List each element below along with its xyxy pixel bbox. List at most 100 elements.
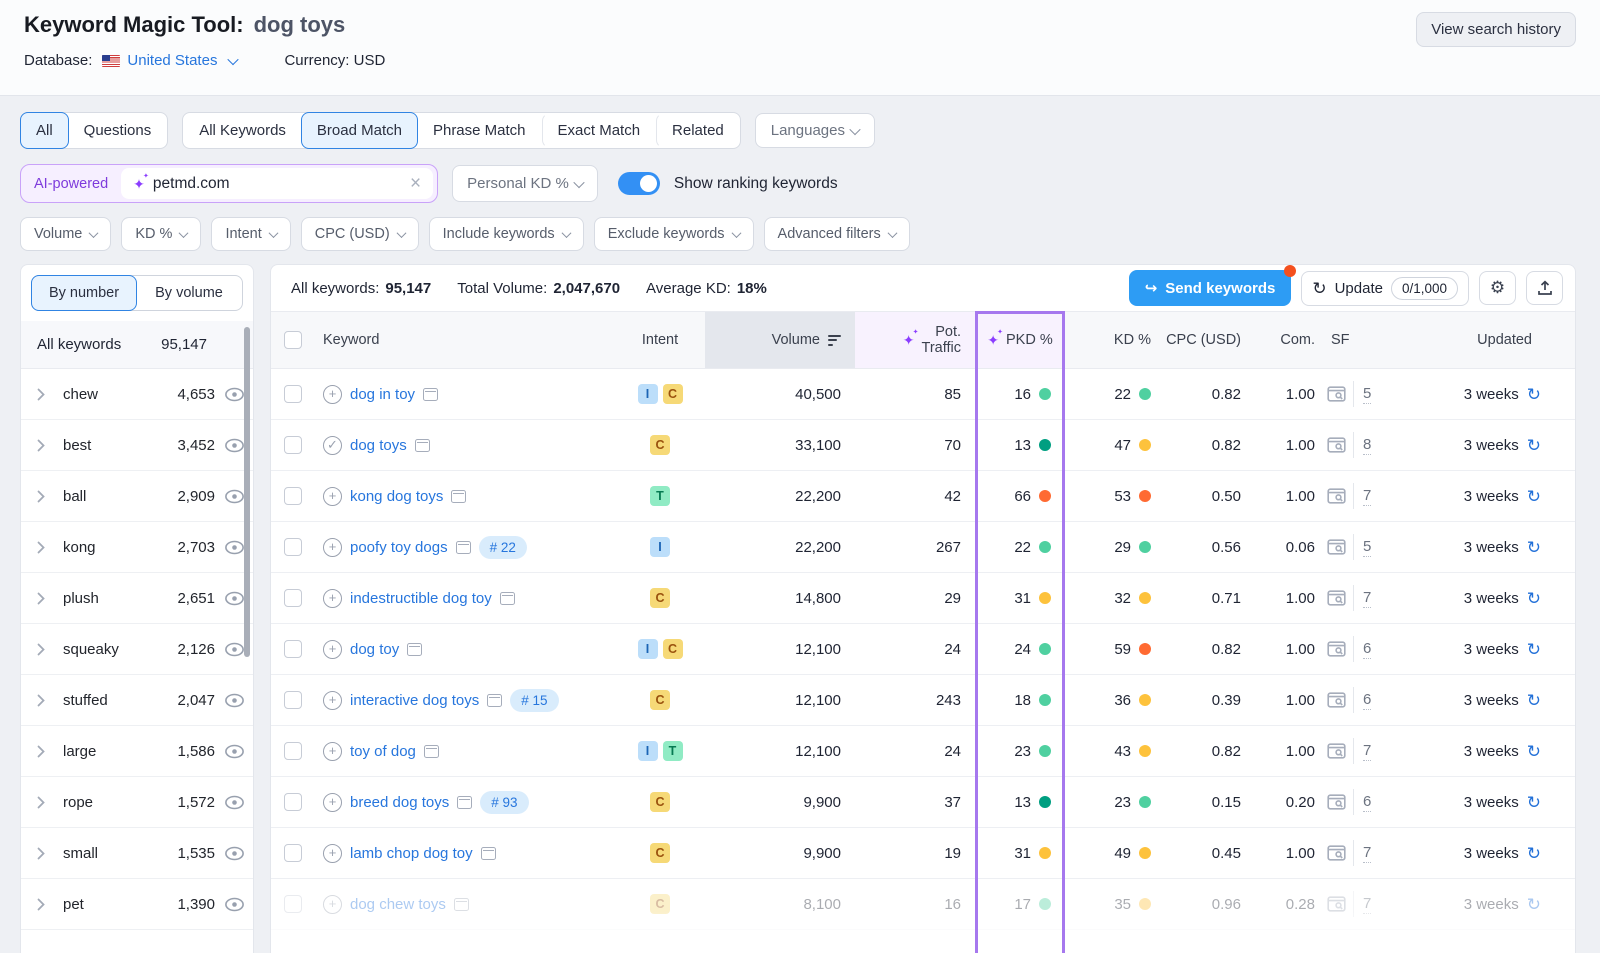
filter-include-keywords[interactable]: Include keywords: [429, 217, 584, 251]
filter-advanced-filters[interactable]: Advanced filters: [764, 217, 910, 251]
column-header-updated[interactable]: Updated: [1420, 312, 1576, 368]
row-checkbox[interactable]: [284, 487, 302, 505]
select-all-checkbox[interactable]: [284, 331, 302, 349]
export-button[interactable]: [1526, 271, 1563, 305]
tab-related[interactable]: Related: [656, 113, 740, 148]
serp-preview-icon[interactable]: [1327, 743, 1346, 760]
sf-count[interactable]: 7: [1363, 589, 1371, 608]
tab-all[interactable]: All: [20, 112, 69, 149]
tab-phrase-match[interactable]: Phrase Match: [417, 113, 542, 148]
serp-preview-icon[interactable]: [1327, 896, 1346, 913]
refresh-icon[interactable]: ↻: [1527, 488, 1541, 505]
add-keyword-plus-icon[interactable]: +: [323, 487, 342, 506]
database-select[interactable]: United States: [127, 52, 237, 69]
serp-features-icon[interactable]: [451, 490, 466, 503]
ranking-position-badge[interactable]: # 22: [479, 536, 527, 559]
keyword-link[interactable]: indestructible dog toy: [350, 590, 492, 607]
hide-group-eye-icon[interactable]: [215, 897, 253, 912]
row-checkbox[interactable]: [284, 538, 302, 556]
column-header-pot-traffic[interactable]: ✦ Pot. Traffic: [855, 312, 975, 368]
serp-preview-icon[interactable]: [1327, 488, 1346, 505]
refresh-icon[interactable]: ↻: [1527, 437, 1541, 454]
row-checkbox[interactable]: [284, 589, 302, 607]
sidebar-scrollbar[interactable]: [244, 327, 250, 657]
serp-features-icon[interactable]: [481, 847, 496, 860]
serp-preview-icon[interactable]: [1327, 794, 1346, 811]
sf-count[interactable]: 5: [1363, 385, 1371, 404]
add-keyword-plus-icon[interactable]: +: [323, 793, 342, 812]
keyword-link[interactable]: toy of dog: [350, 743, 416, 760]
refresh-icon[interactable]: ↻: [1527, 692, 1541, 709]
serp-features-icon[interactable]: [487, 694, 502, 707]
refresh-icon[interactable]: ↻: [1527, 539, 1541, 556]
sidebar-group-chew[interactable]: chew 4,653: [21, 369, 253, 420]
languages-dropdown[interactable]: Languages: [755, 113, 875, 148]
serp-preview-icon[interactable]: [1327, 641, 1346, 658]
sidebar-group-large[interactable]: large 1,586: [21, 726, 253, 777]
tab-broad-match[interactable]: Broad Match: [301, 112, 418, 149]
refresh-icon[interactable]: ↻: [1527, 590, 1541, 607]
sidebar-group-rope[interactable]: rope 1,572: [21, 777, 253, 828]
keyword-link[interactable]: dog toy: [350, 641, 399, 658]
sidebar-group-ball[interactable]: ball 2,909: [21, 471, 253, 522]
filter-cpc-usd[interactable]: CPC (USD): [301, 217, 419, 251]
serp-preview-icon[interactable]: [1327, 386, 1346, 403]
serp-features-icon[interactable]: [500, 592, 515, 605]
serp-preview-icon[interactable]: [1327, 437, 1346, 454]
add-keyword-plus-icon[interactable]: +: [323, 844, 342, 863]
refresh-icon[interactable]: ↻: [1527, 896, 1541, 913]
hide-group-eye-icon[interactable]: [215, 693, 253, 708]
keyword-link[interactable]: poofy toy dogs: [350, 539, 448, 556]
ranking-position-badge[interactable]: # 15: [510, 689, 558, 712]
hide-group-eye-icon[interactable]: [215, 795, 253, 810]
column-header-pkd[interactable]: ✦ PKD %: [975, 312, 1065, 368]
view-search-history-button[interactable]: View search history: [1416, 12, 1576, 47]
column-header-cpc[interactable]: CPC (USD): [1165, 312, 1265, 368]
personal-kd-dropdown[interactable]: Personal KD %: [452, 165, 598, 202]
row-checkbox[interactable]: [284, 844, 302, 862]
show-ranking-keywords-toggle[interactable]: [618, 172, 660, 195]
refresh-icon[interactable]: ↻: [1527, 641, 1541, 658]
hide-group-eye-icon[interactable]: [215, 744, 253, 759]
sidebar-tab-by-volume[interactable]: By volume: [136, 276, 242, 310]
sf-count[interactable]: 6: [1363, 691, 1371, 710]
tab-all-keywords[interactable]: All Keywords: [183, 113, 302, 148]
serp-preview-icon[interactable]: [1327, 845, 1346, 862]
column-header-keyword[interactable]: Keyword: [315, 312, 615, 368]
add-keyword-plus-icon[interactable]: +: [323, 742, 342, 761]
add-keyword-plus-icon[interactable]: +: [323, 691, 342, 710]
keyword-link[interactable]: kong dog toys: [350, 488, 443, 505]
row-checkbox[interactable]: [284, 793, 302, 811]
add-keyword-plus-icon[interactable]: +: [323, 895, 342, 914]
add-keyword-plus-icon[interactable]: +: [323, 385, 342, 404]
add-keyword-plus-icon[interactable]: +: [323, 589, 342, 608]
column-header-sf[interactable]: SF: [1325, 312, 1420, 368]
serp-features-icon[interactable]: [456, 541, 471, 554]
sf-count[interactable]: 7: [1363, 742, 1371, 761]
update-button[interactable]: ↻ Update 0/1,000: [1301, 271, 1469, 306]
add-keyword-plus-icon[interactable]: +: [323, 640, 342, 659]
column-header-volume[interactable]: Volume: [705, 312, 855, 368]
settings-button[interactable]: ⚙: [1479, 271, 1516, 305]
serp-preview-icon[interactable]: [1327, 692, 1346, 709]
keyword-link[interactable]: dog toys: [350, 437, 407, 454]
column-header-com[interactable]: Com.: [1265, 312, 1325, 368]
row-checkbox[interactable]: [284, 742, 302, 760]
ranking-position-badge[interactable]: # 93: [480, 791, 528, 814]
sidebar-group-squeaky[interactable]: squeaky 2,126: [21, 624, 253, 675]
tab-exact-match[interactable]: Exact Match: [542, 113, 657, 148]
serp-features-icon[interactable]: [407, 643, 422, 656]
sf-count[interactable]: 5: [1363, 538, 1371, 557]
sidebar-group-kong[interactable]: kong 2,703: [21, 522, 253, 573]
serp-features-icon[interactable]: [454, 898, 469, 911]
sf-count[interactable]: 7: [1363, 895, 1371, 914]
sidebar-tab-by-number[interactable]: By number: [31, 275, 137, 311]
serp-features-icon[interactable]: [457, 796, 472, 809]
sidebar-group-pet[interactable]: pet 1,390: [21, 879, 253, 930]
row-checkbox[interactable]: [284, 895, 302, 913]
column-header-intent[interactable]: Intent: [615, 312, 705, 368]
sf-count[interactable]: 7: [1363, 487, 1371, 506]
hide-group-eye-icon[interactable]: [215, 846, 253, 861]
sidebar-group-best[interactable]: best 3,452: [21, 420, 253, 471]
serp-preview-icon[interactable]: [1327, 590, 1346, 607]
